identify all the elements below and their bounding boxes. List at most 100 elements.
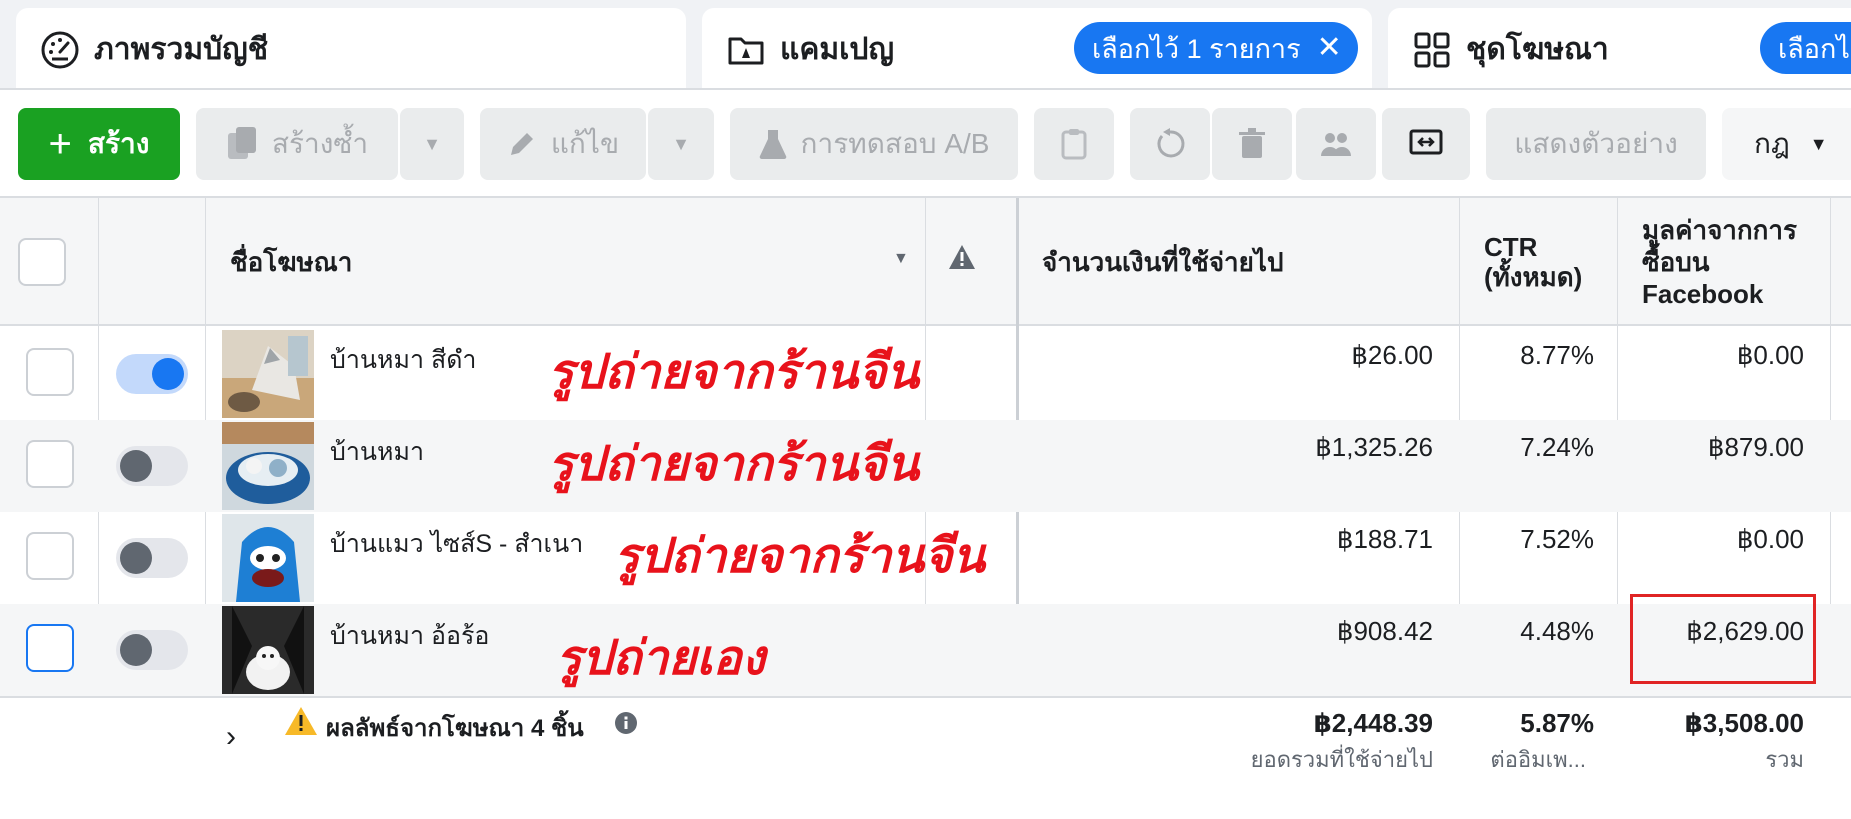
column-header-purchase-value[interactable]: มูลค่าจากการ ซื้อบน Facebook (1642, 198, 1797, 326)
rules-label: กฎ (1754, 128, 1790, 159)
table-row[interactable]: บ้านหมา อ้อร้อ รูปถ่ายเอง ฿908.42 4.48% … (0, 604, 1851, 696)
warning-icon (284, 706, 318, 741)
audience-button[interactable] (1296, 108, 1376, 180)
close-icon[interactable]: ✕ (1317, 33, 1342, 63)
export-button[interactable] (1382, 108, 1470, 180)
ad-name[interactable]: บ้านแมว ไซส์S - สำเนา (330, 524, 583, 564)
spent-value: ฿1,325.26 (1315, 432, 1433, 462)
annotation-text: รูปถ่ายเอง (556, 630, 766, 686)
spent-value: ฿26.00 (1351, 340, 1433, 370)
people-icon (1319, 130, 1353, 158)
selected-pill-label: เลือกไว้ 1 รายการ (1092, 33, 1301, 64)
plus-icon: + (48, 121, 72, 166)
column-header-spent[interactable]: จำนวนเงินที่ใช้จ่ายไป (1042, 198, 1283, 326)
folder-icon (726, 30, 766, 70)
edit-label: แก้ไข (550, 128, 620, 159)
clipboard-icon (1061, 128, 1087, 160)
summary-label: ผลลัพธ์จากโฆษณา 4 ชิ้น (326, 715, 584, 742)
duplicate-dropdown[interactable]: ▼ (400, 108, 464, 180)
total-spent-caption: ยอดรวมที่ใช้จ่ายไป (1250, 747, 1433, 772)
ad-name[interactable]: บ้านหมา สีดำ (330, 340, 476, 380)
delete-button[interactable] (1212, 108, 1292, 180)
revert-button[interactable] (1130, 108, 1210, 180)
selected-pill[interactable]: เลือกไว้ 1 รายการ ✕ (1074, 22, 1358, 74)
column-header-ctr[interactable]: CTR (ทั้งหมด) (1484, 198, 1582, 326)
ad-thumbnail[interactable] (222, 514, 314, 602)
select-all-checkbox[interactable] (18, 238, 66, 286)
total-purchase-value-caption: รวม (1765, 747, 1804, 772)
table-row[interactable]: บ้านแมว ไซส์S - สำเนา รูปถ่ายจากร้านจีน … (0, 512, 1851, 604)
row-checkbox[interactable] (26, 624, 74, 672)
ad-thumbnail[interactable] (222, 330, 314, 418)
selected-pill[interactable]: เลือกไว้ (1760, 22, 1851, 74)
summary-row: › ผลลัพธ์จากโฆษณา 4 ชิ้น ฿2,448.39 ยอดรว… (0, 696, 1851, 819)
ab-test-label: การทดสอบ A/B (800, 128, 990, 159)
tab-ad-sets[interactable]: ชุดโฆษณา เลือกไว้ (1388, 8, 1851, 90)
ab-test-button[interactable]: การทดสอบ A/B (730, 108, 1018, 180)
rules-button[interactable]: กฎ ▼ (1722, 108, 1851, 180)
caret-down-icon: ▼ (1809, 133, 1828, 154)
duplicate-button[interactable]: สร้างซ้ำ (196, 108, 398, 180)
ctr-value: 4.48% (1520, 616, 1594, 646)
chevron-right-icon[interactable]: › (226, 720, 236, 754)
warning-icon (948, 244, 976, 275)
ctr-value: 8.77% (1520, 340, 1594, 370)
ads-panel: + สร้าง สร้างซ้ำ ▼ แก้ไข ▼ การทดสอบ A/B (0, 88, 1851, 819)
row-checkbox[interactable] (26, 532, 74, 580)
row-checkbox[interactable] (26, 440, 74, 488)
selected-pill-label: เลือกไว้ (1778, 33, 1851, 64)
ad-toggle[interactable] (116, 354, 188, 394)
ctr-header-line2: (ทั้งหมด) (1484, 262, 1583, 292)
flask-icon (759, 128, 787, 160)
share-arrows-icon (1409, 129, 1443, 159)
total-ctr: 5.87% (1520, 708, 1594, 738)
spent-value: ฿188.71 (1336, 524, 1433, 554)
table-row[interactable]: บ้านหมา สีดำ รูปถ่ายจากร้านจีน ฿26.00 8.… (0, 328, 1851, 420)
create-button[interactable]: + สร้าง (18, 108, 180, 180)
tab-label: ชุดโฆษณา (1466, 33, 1609, 66)
sort-caret-icon[interactable]: ▼ (893, 250, 909, 268)
purchase-value: ฿0.00 (1736, 340, 1804, 370)
ctr-value: 7.24% (1520, 432, 1594, 462)
duplicate-label: สร้างซ้ำ (271, 128, 369, 159)
toolbar: + สร้าง สร้างซ้ำ ▼ แก้ไข ▼ การทดสอบ A/B (0, 90, 1851, 196)
grid-icon (1412, 30, 1452, 70)
speedometer-icon (40, 30, 80, 70)
row-checkbox[interactable] (26, 348, 74, 396)
edit-dropdown[interactable]: ▼ (648, 108, 714, 180)
ad-toggle[interactable] (116, 630, 188, 670)
highlight-box (1630, 594, 1816, 684)
preview-label: แสดงตัวอย่าง (1514, 128, 1678, 159)
value-header-line3: Facebook (1642, 279, 1764, 309)
info-icon[interactable] (614, 711, 638, 740)
annotation-text: รูปถ่ายจากร้านจีน (614, 528, 986, 584)
tab-label: แคมเปญ (780, 33, 895, 66)
ctr-header-line1: CTR (1484, 232, 1538, 262)
ad-toggle[interactable] (116, 446, 188, 486)
column-header-name[interactable]: ชื่อโฆษณา (230, 198, 352, 326)
ad-name[interactable]: บ้านหมา อ้อร้อ (330, 616, 489, 656)
paste-button[interactable] (1034, 108, 1114, 180)
value-header-line1: มูลค่าจากการ (1642, 215, 1797, 245)
edit-button[interactable]: แก้ไข (480, 108, 646, 180)
refresh-icon (1154, 128, 1186, 160)
duplicate-icon (226, 125, 258, 163)
tab-account-overview[interactable]: ภาพรวมบัญชี (16, 8, 686, 90)
tab-campaigns[interactable]: แคมเปญ เลือกไว้ 1 รายการ ✕ (702, 8, 1372, 90)
table-row[interactable]: บ้านหมา รูปถ่ายจากร้านจีน ฿1,325.26 7.24… (0, 420, 1851, 512)
ad-thumbnail[interactable] (222, 606, 314, 694)
tab-label: ภาพรวมบัญชี (94, 33, 269, 66)
total-ctr-caption: ต่ออิมเพ... (1490, 747, 1586, 772)
purchase-value: ฿0.00 (1736, 524, 1804, 554)
pencil-icon (507, 129, 537, 159)
ctr-value: 7.52% (1520, 524, 1594, 554)
ad-toggle[interactable] (116, 538, 188, 578)
total-spent: ฿2,448.39 (1313, 708, 1433, 738)
ad-thumbnail[interactable] (222, 422, 314, 510)
preview-button[interactable]: แสดงตัวอย่าง (1486, 108, 1706, 180)
value-header-line2: ซื้อบน (1642, 247, 1710, 277)
ad-name[interactable]: บ้านหมา (330, 432, 424, 472)
total-purchase-value: ฿3,508.00 (1684, 708, 1804, 738)
create-label: สร้าง (87, 128, 150, 159)
ads-table: ชื่อโฆษณา ▼ จำนวนเงินที่ใช้จ่ายไป CTR (ท… (0, 196, 1851, 819)
